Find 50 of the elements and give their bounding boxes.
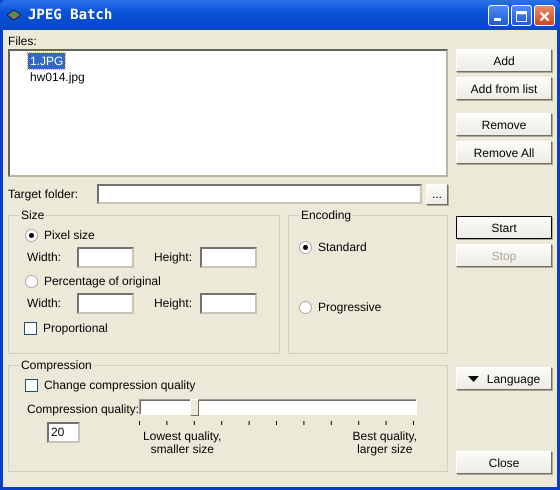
file-list[interactable]: 1.JPG hw014.jpg	[8, 49, 448, 177]
radio-button[interactable]	[25, 274, 38, 288]
low-quality-caption: Lowest quality, smaller size	[143, 430, 222, 456]
width-field[interactable]	[77, 246, 134, 268]
run-button[interactable]: Start	[456, 216, 552, 239]
height-label: Height:	[154, 250, 194, 264]
checkbox[interactable]	[24, 322, 37, 334]
minimize-button[interactable]	[488, 4, 509, 26]
radio-label: Percentage of original	[44, 274, 161, 288]
target-folder-field[interactable]	[96, 184, 422, 204]
compression-title: Compression	[20, 358, 93, 372]
language-button[interactable]: Language	[456, 367, 552, 390]
file-button[interactable]: Add from list	[456, 77, 552, 100]
file-item[interactable]: hw014.jpg	[28, 69, 87, 85]
maximize-button[interactable]	[511, 4, 532, 26]
high-quality-caption: Best quality, larger size	[352, 430, 417, 456]
radio-label: Pixel size	[44, 228, 95, 242]
size-title: Size	[20, 208, 46, 222]
browse-button[interactable]: ...	[426, 184, 448, 204]
file-item[interactable]: 1.JPG	[28, 53, 66, 69]
checkbox[interactable]	[25, 378, 38, 392]
caret-icon	[468, 376, 479, 382]
quality-label: Compression quality:	[26, 402, 139, 416]
file-button[interactable]: Remove	[456, 113, 552, 136]
close-button[interactable]	[534, 4, 555, 26]
width-label: Width:	[27, 296, 62, 310]
minimize-icon	[494, 18, 501, 20]
slider-thumb[interactable]	[190, 399, 200, 416]
target-folder-label: Target folder:	[8, 187, 80, 201]
radio-label: Standard	[318, 240, 367, 254]
file-button[interactable]: Remove All	[456, 141, 552, 164]
radio-button[interactable]	[25, 228, 38, 242]
radio-button[interactable]	[299, 240, 312, 254]
close-dialog-button[interactable]: Close	[456, 451, 552, 474]
file-button[interactable]: Add	[456, 49, 552, 72]
window-title: JPEG Batch	[28, 7, 114, 23]
height-field[interactable]	[200, 246, 257, 268]
width-field[interactable]	[77, 292, 134, 314]
checkbox-label: Proportional	[43, 321, 108, 335]
width-label: Width:	[27, 250, 62, 264]
device-icon	[6, 8, 22, 22]
quality-slider[interactable]	[139, 399, 417, 415]
files-label: Files:	[8, 34, 38, 49]
height-field[interactable]	[200, 292, 257, 314]
height-label: Height:	[154, 296, 194, 310]
checkbox-label: Change compression quality	[44, 378, 196, 392]
encoding-title: Encoding	[300, 208, 352, 222]
quality-field[interactable]: 20	[47, 422, 80, 443]
radio-label: Progressive	[318, 300, 382, 314]
radio-button[interactable]	[299, 300, 312, 314]
